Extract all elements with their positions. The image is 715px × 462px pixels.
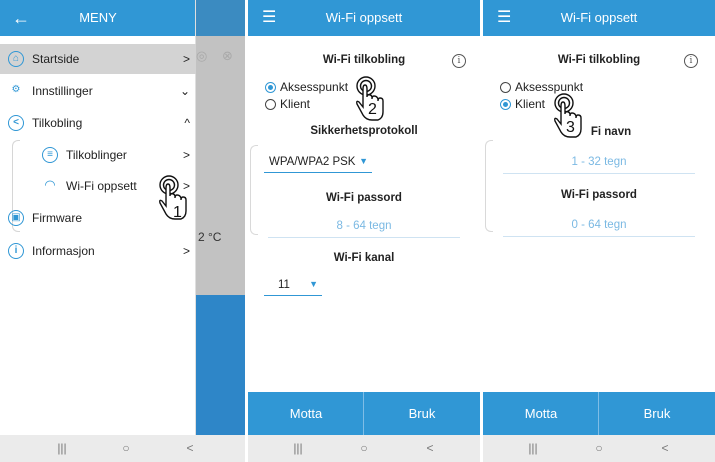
apply-button[interactable]: Bruk [599,392,715,435]
radio-label: Klient [280,97,311,111]
drawer-header: ← MENY [0,0,195,36]
radio-label: Klient [515,97,546,111]
step-number: 2 [368,101,377,118]
recents-icon[interactable]: ||| [50,435,74,462]
radio-unselected-icon [265,99,276,110]
drawer-title: MENY [79,10,117,25]
select-value: 11 [278,279,290,291]
home-button-icon[interactable]: ○ [587,435,611,462]
info-icon[interactable]: i [452,54,466,68]
wifi-password-field[interactable]: 8 - 64 tegn [268,216,460,238]
form-bracket [485,140,493,232]
screen-title: Wi-Fi oppsett [560,10,638,25]
background-icon: ◎ [196,48,208,63]
home-button-icon[interactable]: ○ [352,435,376,462]
info-icon: i [8,243,24,259]
receive-button[interactable]: Motta [248,392,364,435]
receive-button[interactable]: Motta [483,392,599,435]
menu-item-label: Startside [32,52,80,66]
navigation-drawer: ← MENY ⌂ Startside > ⚙ Innstillinger ⌄ <… [0,0,196,435]
menu-screen: ◎ ⊗ 2 °C ← MENY ⌂ Startside > ⚙ Innstill… [0,0,245,462]
settings-icon: ⚙ [11,84,21,95]
step-number: 3 [566,119,575,136]
wifi-channel-title: Wi-Fi kanal [333,252,395,264]
radio-selected-icon [265,82,276,93]
chevron-right-icon: > [182,148,190,162]
android-navbar: ||| ○ < [483,435,715,462]
dropdown-caret-icon: ▼ [309,279,318,289]
back-button-icon[interactable]: < [418,435,442,462]
wifi-setup-screen-accesspoint: ☰ Wi-Fi oppsett Wi-Fi tilkobling i Akses… [248,0,480,462]
wifi-connection-title: Wi-Fi tilkobling [557,54,641,66]
menu-item-label: Tilkobling [32,116,83,130]
tap-hand-icon: 1 [156,174,190,224]
recents-icon[interactable]: ||| [286,435,310,462]
wifi-channel-select[interactable]: 11 ▼ [264,276,322,296]
background-screen: ◎ ⊗ 2 °C [196,0,245,435]
back-button-icon[interactable]: < [653,435,677,462]
dropdown-caret-icon: ▼ [359,156,368,166]
input-placeholder: 1 - 32 tegn [571,156,627,168]
security-protocol-select[interactable]: WPA/WPA2 PSK ▼ [264,153,372,173]
radio-label: Aksesspunkt [280,80,349,94]
list-icon: ≡ [42,147,58,163]
chevron-down-icon: ⌄ [179,84,190,98]
chevron-right-icon: > [182,244,190,258]
android-navbar: ||| ○ < [248,435,480,462]
wifi-connection-title: Wi-Fi tilkobling [322,54,406,66]
recents-icon[interactable]: ||| [521,435,545,462]
background-panel [196,295,245,435]
select-value: WPA/WPA2 PSK [269,156,356,168]
share-icon: < [8,115,24,131]
wifi-icon: ◠ [45,177,55,192]
wifi-name-field[interactable]: 1 - 32 tegn [503,152,695,174]
menu-item-innstillinger[interactable]: ⚙ Innstillinger ⌄ [0,76,196,106]
back-button-icon[interactable]: < [178,435,202,462]
menu-item-label: Informasjon [32,244,95,258]
menu-item-label: Innstillinger [32,84,93,98]
background-header [196,0,245,36]
tap-hand-icon: 3 [551,92,585,142]
step-number: 1 [173,204,182,221]
radio-unselected-icon [500,82,511,93]
firmware-icon: ▣ [8,210,24,226]
wifi-name-title: Fi navn [590,126,632,138]
android-navbar: ||| ○ < [0,435,245,462]
menu-item-label: Wi-Fi oppsett [66,179,137,193]
menu-item-label: Firmware [32,211,82,225]
info-icon[interactable]: i [684,54,698,68]
input-placeholder: 8 - 64 tegn [336,220,392,232]
menu-item-label: Tilkoblinger [66,148,127,162]
input-placeholder: 0 - 64 tegn [571,219,627,231]
menu-item-startside[interactable]: ⌂ Startside > [0,44,196,74]
page: ◎ ⊗ 2 °C ← MENY ⌂ Startside > ⚙ Innstill… [0,0,715,462]
action-bar: Motta Bruk [483,392,715,435]
background-temperature: 2 °C [198,230,222,244]
wifi-password-title: Wi-Fi passord [326,192,402,204]
action-bar: Motta Bruk [248,392,480,435]
screen-title: Wi-Fi oppsett [325,10,403,25]
home-icon: ⌂ [8,51,24,67]
wifi-password-field[interactable]: 0 - 64 tegn [503,215,695,237]
chevron-up-icon: ^ [184,116,190,130]
tap-hand-icon: 2 [353,75,387,125]
wifi-password-title: Wi-Fi passord [561,189,637,201]
form-bracket [250,145,258,235]
menu-item-informasjon[interactable]: i Informasjon > [0,236,196,266]
app-header: ☰ Wi-Fi oppsett [248,0,480,36]
security-protocol-title: Sikkerhetsprotokoll [310,125,418,137]
wifi-setup-screen-client: ☰ Wi-Fi oppsett Wi-Fi tilkobling i Akses… [483,0,715,462]
home-button-icon[interactable]: ○ [114,435,138,462]
apply-button[interactable]: Bruk [364,392,480,435]
menu-item-tilkobling[interactable]: < Tilkobling ^ [0,108,196,138]
radio-selected-icon [500,99,511,110]
app-header: ☰ Wi-Fi oppsett [483,0,715,36]
background-icon: ⊗ [222,48,233,63]
menu-item-tilkoblinger[interactable]: ≡ Tilkoblinger > [0,140,196,170]
chevron-right-icon: > [182,52,190,66]
